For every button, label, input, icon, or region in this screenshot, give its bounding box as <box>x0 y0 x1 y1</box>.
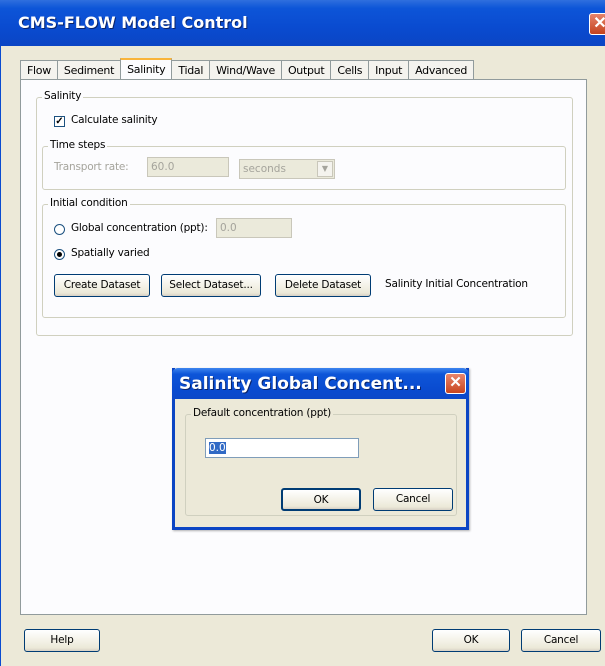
calculate-salinity-checkbox[interactable]: ✓ <box>54 116 65 127</box>
tab-flow[interactable]: Flow <box>20 60 58 80</box>
spatially-varied-radio[interactable] <box>54 249 65 260</box>
tab-output[interactable]: Output <box>280 60 332 80</box>
salinity-group: Salinity ✓ Calculate salinity Time steps… <box>36 90 573 336</box>
dialog-cancel-button[interactable]: Cancel <box>373 488 453 511</box>
help-button[interactable]: Help <box>24 629 100 652</box>
ok-button[interactable]: OK <box>432 629 510 652</box>
tab-advanced[interactable]: Advanced <box>408 60 475 80</box>
default-concentration-input[interactable]: 0.0 <box>205 438 359 458</box>
initial-condition-label: Initial condition <box>48 197 130 209</box>
global-concentration-input[interactable]: 0.0 <box>216 218 292 238</box>
transport-rate-label: Transport rate: <box>54 161 129 173</box>
cancel-button[interactable]: Cancel <box>521 629 601 652</box>
initial-condition-group: Initial condition Global concentration (… <box>42 197 566 318</box>
dialog-titlebar[interactable]: Salinity Global Concent... ✕ <box>172 368 469 399</box>
tab-wind-wave[interactable]: Wind/Wave <box>209 60 282 80</box>
salinity-group-label: Salinity <box>42 90 84 102</box>
calculate-salinity-label: Calculate salinity <box>71 114 158 126</box>
time-steps-label: Time steps <box>48 139 108 151</box>
transport-unit-select[interactable]: seconds ▼ <box>239 159 335 179</box>
chevron-down-icon[interactable]: ▼ <box>317 161 333 177</box>
select-dataset-button[interactable]: Select Dataset... <box>161 274 261 297</box>
tab-strip: Flow Sediment Salinity Tidal Wind/Wave O… <box>20 58 475 80</box>
tab-panel-salinity: Salinity ✓ Calculate salinity Time steps… <box>20 79 587 615</box>
transport-rate-input[interactable]: 60.0 <box>147 157 229 177</box>
default-concentration-value: 0.0 <box>209 442 226 454</box>
dataset-name-label: Salinity Initial Concentration <box>385 278 528 290</box>
tab-tidal[interactable]: Tidal <box>171 60 211 80</box>
global-concentration-radio[interactable] <box>54 224 65 235</box>
global-concentration-label: Global concentration (ppt): <box>71 222 208 234</box>
salinity-global-concentration-dialog: Salinity Global Concent... ✕ Default con… <box>172 368 469 530</box>
close-icon[interactable]: ✕ <box>589 13 605 35</box>
dialog-title: Salinity Global Concent... <box>179 374 422 394</box>
close-icon[interactable]: ✕ <box>445 373 466 394</box>
tab-salinity[interactable]: Salinity <box>120 58 173 80</box>
main-titlebar[interactable]: CMS-FLOW Model Control ✕ <box>0 0 605 46</box>
window-title: CMS-FLOW Model Control <box>18 13 248 32</box>
dialog-ok-button[interactable]: OK <box>281 488 361 511</box>
tab-cells[interactable]: Cells <box>330 60 370 80</box>
tab-input[interactable]: Input <box>368 60 410 80</box>
time-steps-group: Time steps Transport rate: 60.0 seconds … <box>42 139 566 190</box>
default-concentration-label: Default concentration (ppt) <box>191 407 334 419</box>
create-dataset-button[interactable]: Create Dataset <box>54 274 150 297</box>
delete-dataset-button[interactable]: Delete Dataset <box>275 274 371 297</box>
spatially-varied-label: Spatially varied <box>71 247 150 259</box>
tab-sediment[interactable]: Sediment <box>56 60 122 80</box>
transport-unit-value: seconds <box>243 163 286 175</box>
